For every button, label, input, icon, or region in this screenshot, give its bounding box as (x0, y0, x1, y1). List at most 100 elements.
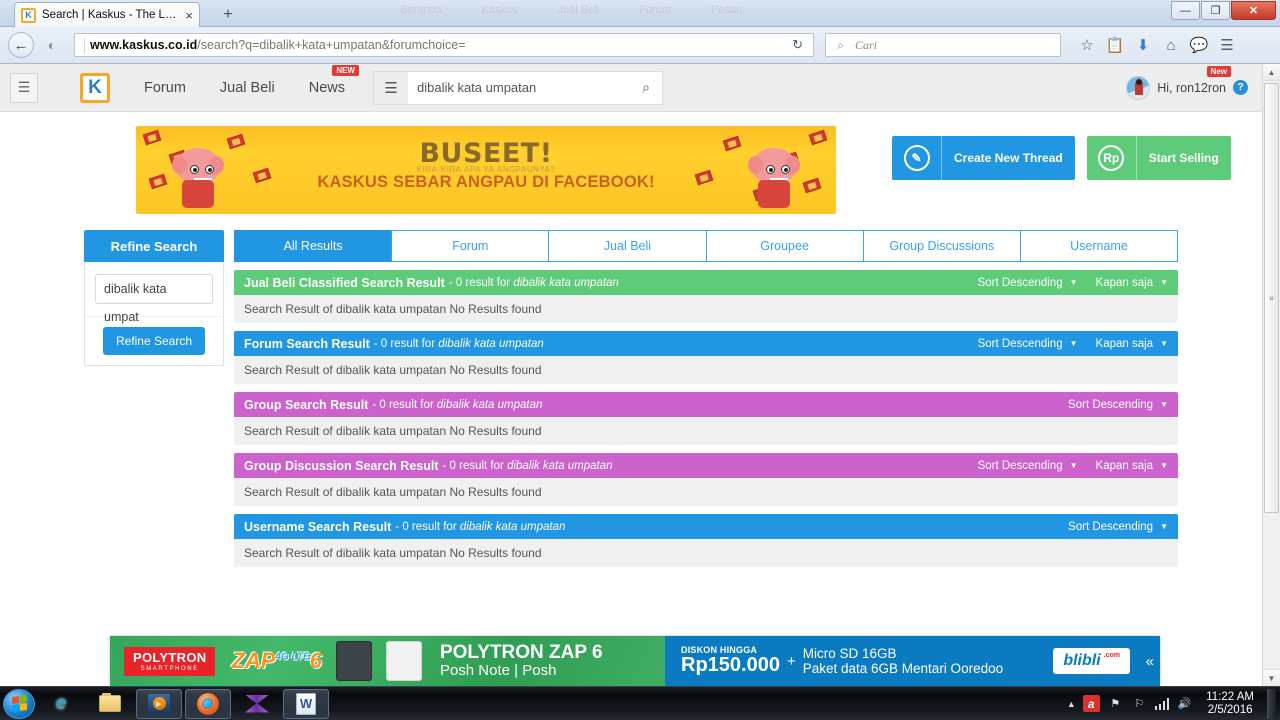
user-menu[interactable]: Hi, ron12ron New ? (1126, 65, 1248, 100)
create-new-thread-button[interactable]: ✎ Create New Thread (892, 136, 1075, 180)
clock-time: 11:22 AM (1206, 690, 1254, 703)
browser-navigation-toolbar: ← ◐ www.kaskus.co.id/search?q=dibalik+ka… (0, 27, 1280, 64)
action-center-icon[interactable]: ⚐ (1131, 695, 1148, 712)
ghost-tab-label: Jual Beli (557, 4, 600, 16)
result-block: Forum Search Result - 0 result for dibal… (234, 331, 1178, 384)
nav-item-forum[interactable]: Forum (144, 80, 186, 96)
start-button[interactable] (3, 688, 35, 719)
taskbar-item-firefox[interactable] (185, 688, 231, 719)
menu-hamburger-icon[interactable]: ☰ (1214, 32, 1240, 58)
bookmark-star-icon[interactable]: ☆ (1074, 32, 1100, 58)
refine-search-header: Refine Search (84, 230, 224, 262)
refine-search-box: dibalik kata umpat Refine Search (84, 262, 224, 366)
kaskus-favicon-icon: K (21, 7, 36, 23)
refine-search-input[interactable]: dibalik kata umpat (95, 274, 213, 324)
signal-strength-icon[interactable] (1154, 697, 1170, 710)
home-icon[interactable]: ⌂ (1158, 32, 1184, 58)
new-tab-button[interactable]: + (218, 5, 238, 25)
result-query: dibalik kata umpatan (507, 459, 613, 472)
chevron-down-icon: ▼ (1160, 278, 1168, 287)
result-meta: - 0 result for dibalik kata umpatan (372, 398, 543, 411)
result-title: Group Search Result (244, 397, 369, 412)
time-filter-dropdown[interactable]: Kapan saja ▼ (1096, 277, 1168, 289)
avatar[interactable] (1126, 75, 1151, 100)
site-search[interactable]: ☰ dibalik kata umpatan ⌕ (372, 70, 663, 105)
promo-banner[interactable]: BUSEET! KIRA-KIRA APA YA ANGPAUNYA? KASK… (136, 126, 836, 214)
result-block: Jual Beli Classified Search Result - 0 r… (234, 270, 1178, 323)
close-window-button[interactable]: ✕ (1231, 1, 1276, 20)
refine-search-button[interactable]: Refine Search (102, 327, 206, 355)
sort-descending-dropdown[interactable]: Sort Descending ▼ (1068, 521, 1168, 533)
clock[interactable]: 11:22 AM 2/5/2016 (1200, 691, 1260, 717)
sort-descending-dropdown[interactable]: Sort Descending ▼ (978, 460, 1078, 472)
nav-item-label: Jual Beli (219, 79, 275, 96)
search-category-icon[interactable]: ☰ (373, 71, 408, 104)
site-search-input[interactable]: dibalik kata umpatan (408, 80, 630, 95)
tab-forum[interactable]: Forum (391, 230, 550, 262)
show-desktop-button[interactable] (1267, 688, 1276, 719)
browser-titlebar: K Search | Kaskus - The Large... × + Ber… (0, 0, 1280, 27)
result-block: Group Search Result - 0 result for dibal… (234, 392, 1178, 445)
blibli-logo[interactable]: blibli .com (1053, 648, 1130, 674)
scroll-down-arrow-icon[interactable]: ▼ (1263, 669, 1280, 686)
browser-tab[interactable]: K Search | Kaskus - The Large... × (14, 2, 200, 27)
content-row: Refine Search dibalik kata umpat Refine … (0, 230, 1262, 567)
result-query: dibalik kata umpatan (436, 398, 543, 411)
url-path: /search?q=dibalik+kata+umpatan&forumchoi… (197, 38, 466, 52)
network-icon[interactable]: ⚑ (1107, 695, 1124, 712)
nav-item-jual-beli[interactable]: Jual Beli (220, 80, 275, 96)
show-hidden-icons-icon[interactable]: ▲ (1067, 699, 1076, 709)
result-meta: - 0 result for dibalik kata umpatan (395, 520, 566, 533)
tab-all-results[interactable]: All Results (234, 230, 393, 262)
tab-group-discussions[interactable]: Group Discussions (862, 230, 1021, 262)
taskbar-item-microsoft-word[interactable]: W (283, 688, 329, 719)
reload-icon[interactable]: ↻ (786, 37, 809, 53)
help-icon[interactable]: ? (1233, 80, 1248, 95)
address-bar[interactable]: www.kaskus.co.id/search?q=dibalik+kata+u… (74, 33, 814, 57)
sort-descending-dropdown[interactable]: Sort Descending ▼ (978, 338, 1078, 350)
ad-collapse-icon[interactable]: « (1146, 653, 1154, 670)
scroll-up-arrow-icon[interactable]: ▲ (1263, 64, 1280, 81)
page-scrollbar[interactable]: ▲ ≡ ▼ (1262, 64, 1280, 686)
tab-groupee[interactable]: Groupee (705, 230, 864, 262)
back-button[interactable]: ← (8, 32, 34, 58)
scrollbar-thumb[interactable]: ≡ (1264, 83, 1279, 513)
ad-right-panel: DISKON HINGGA Rp150.000 + Micro SD 16GB … (665, 636, 1160, 686)
result-header: Group Search Result - 0 result for dibal… (234, 392, 1178, 417)
restore-button[interactable]: ❐ (1201, 1, 1230, 20)
minimize-button[interactable]: — (1171, 1, 1200, 20)
downloads-icon[interactable]: ⬇ (1130, 32, 1156, 58)
result-body: Search Result of dibalik kata umpatan No… (234, 478, 1178, 506)
ad-headline-block: POLYTRON ZAP 6 Posh Note | Posh (439, 642, 603, 680)
taskbar-item-internet-explorer[interactable]: e (38, 689, 84, 719)
tab-jual-beli[interactable]: Jual Beli (548, 230, 707, 262)
pencil-icon: ✎ (892, 136, 942, 180)
taskbar-item-file-explorer[interactable] (87, 689, 133, 719)
time-filter-dropdown[interactable]: Kapan saja ▼ (1096, 460, 1168, 472)
volume-icon[interactable]: 🔊 (1176, 695, 1193, 712)
zap6-product-badge: ZAP4G LTE6 (231, 648, 322, 673)
taskbar-item-windows-media-player[interactable]: ▶ (136, 688, 182, 719)
site-search-submit-icon[interactable]: ⌕ (630, 79, 662, 96)
kaskus-logo[interactable]: K (80, 72, 110, 103)
avira-icon[interactable]: a (1082, 695, 1100, 712)
browser-search-box[interactable]: ⌕ Cari (825, 33, 1061, 57)
forward-button: ◐ (47, 37, 57, 53)
promo-tagline: KASKUS SEBAR ANGPAU DI FACEBOOK! (317, 173, 655, 191)
taskbar-item-movie-maker[interactable] (234, 689, 280, 719)
bottom-advertisement[interactable]: POLYTRON SMARTPHONE ZAP4G LTE6 POLYTRON … (110, 636, 1160, 686)
site-menu-icon[interactable]: ☰ (10, 72, 38, 103)
start-selling-button[interactable]: Rp Start Selling (1086, 136, 1231, 180)
sort-descending-dropdown[interactable]: Sort Descending ▼ (978, 277, 1078, 289)
time-filter-dropdown[interactable]: Kapan saja ▼ (1096, 338, 1168, 350)
sync-chat-icon[interactable]: 💬 (1186, 32, 1212, 58)
close-tab-icon[interactable]: × (185, 9, 193, 22)
hero-action-buttons: ✎ Create New Thread Rp Start Selling (892, 136, 1231, 180)
reading-list-icon[interactable]: 📋 (1102, 32, 1128, 58)
tab-username[interactable]: Username (1019, 230, 1179, 262)
word-icon: W (296, 692, 316, 715)
sort-descending-dropdown[interactable]: Sort Descending ▼ (1068, 399, 1168, 411)
nav-item-news[interactable]: News NEW (309, 64, 359, 96)
background-window-ghost: Beranda Kaskus Jual Beli Forum Pesan (400, 4, 1060, 24)
ad-subhead: Posh Note | Posh (439, 662, 557, 680)
